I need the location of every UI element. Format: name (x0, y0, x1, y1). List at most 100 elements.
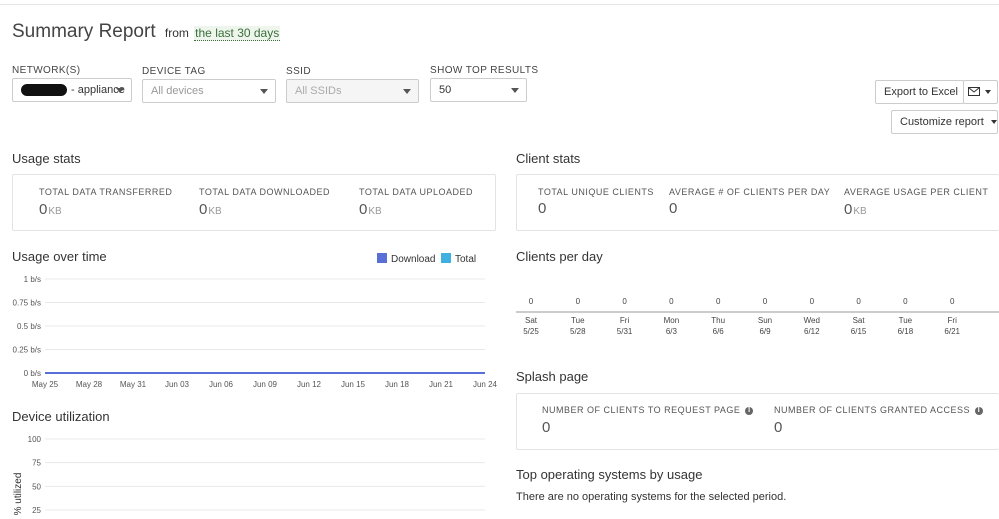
total-data-transferred-label: TOTAL DATA TRANSFERRED (39, 187, 173, 197)
clients-request-page-value: 0 (542, 419, 551, 436)
x-tick-label: Jun 03 (165, 380, 190, 389)
top-os-empty-message: There are no operating systems for the s… (516, 491, 787, 503)
device-utilization-chart: 25 50 75 100 % utilized (13, 435, 485, 516)
usage-stats-title: Usage stats (12, 151, 81, 166)
x-tick-day: Fri (620, 316, 630, 325)
clients-per-day-title: Clients per day (516, 249, 603, 264)
x-tick-label: May 31 (120, 380, 147, 389)
clients-granted-access-label: NUMBER OF CLIENTS GRANTED ACCESS i (774, 405, 984, 415)
legend-swatch-total (441, 253, 451, 263)
total-data-uploaded-value: 0KB (359, 201, 382, 218)
data-label: 0 (669, 297, 674, 306)
caret-down-icon (990, 120, 997, 124)
client-stats-title: Client stats (516, 151, 581, 166)
chevron-down-icon (116, 88, 124, 93)
x-tick-day: Sat (525, 316, 538, 325)
y-tick-label: 25 (32, 506, 41, 515)
export-to-excel-button[interactable]: Export to Excel (875, 80, 964, 104)
avg-clients-per-day-label: AVERAGE # OF CLIENTS PER DAY (669, 187, 831, 197)
data-label: 0 (810, 297, 815, 306)
usage-over-time-chart: 0 b/s 0.25 b/s 0.5 b/s 0.75 b/s 1 b/s May 25 M… (13, 275, 498, 389)
x-tick-day: Thu (711, 316, 725, 325)
x-tick-day: Mon (664, 316, 680, 325)
splash-page-title: Splash page (516, 369, 589, 384)
network-select[interactable]: - appliance (12, 78, 132, 102)
x-tick-date: 6/18 (898, 327, 914, 336)
date-range-link[interactable]: the last 30 days (194, 26, 281, 41)
x-tick-date: 5/28 (570, 327, 586, 336)
total-unique-clients-label: TOTAL UNIQUE CLIENTS (538, 187, 654, 197)
legend-download[interactable]: Download (377, 253, 435, 265)
avg-usage-per-client-value: 0KB (844, 201, 867, 218)
x-tick-date: 6/9 (759, 327, 771, 336)
data-label: 0 (716, 297, 721, 306)
clients-granted-access-value: 0 (774, 419, 783, 436)
page-title: Summary Report from the last 30 days (12, 21, 281, 43)
top-results-label: SHOW TOP RESULTS (430, 65, 539, 76)
x-tick-date: 6/15 (851, 327, 867, 336)
x-tick-date: 6/3 (666, 327, 678, 336)
clients-per-day-chart: 0 0 0 0 0 0 0 0 0 0 Sat 5/25 Tue 5/28 Fri 5/31 Mon 6/3 Thu… (516, 297, 999, 336)
chevron-down-icon (260, 89, 268, 94)
data-label: 0 (950, 297, 955, 306)
x-tick-label: May 28 (76, 380, 103, 389)
data-label: 0 (622, 297, 627, 306)
top-results-select[interactable]: 50 (430, 78, 527, 102)
y-tick-label: 100 (28, 435, 42, 444)
legend-swatch-download (377, 253, 387, 263)
x-tick-date: 6/12 (804, 327, 820, 336)
y-tick-label: 1 b/s (24, 275, 41, 284)
clients-request-page-label: NUMBER OF CLIENTS TO REQUEST PAGE i (542, 405, 754, 415)
data-label: 0 (576, 297, 581, 306)
data-label: 0 (763, 297, 768, 306)
y-tick-label: 0.25 b/s (13, 346, 41, 355)
network-label: NETWORK(S) (12, 65, 81, 76)
data-label: 0 (529, 297, 534, 306)
x-tick-day: Wed (804, 316, 820, 325)
x-tick-label: Jun 06 (209, 380, 234, 389)
ssid-select[interactable]: All SSIDs (286, 79, 419, 103)
top-divider (0, 4, 999, 5)
y-tick-label: 0.75 b/s (13, 299, 41, 308)
info-icon[interactable]: i (745, 407, 754, 415)
x-tick-label: Jun 09 (253, 380, 278, 389)
avg-clients-per-day-value: 0 (669, 200, 678, 217)
y-tick-label: 0 b/s (24, 369, 41, 378)
usage-over-time-title: Usage over time (12, 249, 107, 264)
x-tick-date: 5/25 (523, 327, 539, 336)
x-tick-date: 6/21 (944, 327, 960, 336)
x-tick-label: Jun 24 (473, 380, 498, 389)
total-data-downloaded-label: TOTAL DATA DOWNLOADED (199, 187, 331, 197)
x-tick-label: Jun 21 (429, 380, 454, 389)
client-stats-panel: TOTAL UNIQUE CLIENTS 0 AVERAGE # OF CLIE… (516, 174, 999, 231)
data-label: 0 (856, 297, 861, 306)
customize-report-label: Customize report (900, 116, 984, 128)
total-data-uploaded-label: TOTAL DATA UPLOADED (359, 187, 474, 197)
x-tick-day: Fri (948, 316, 958, 325)
x-tick-label: May 25 (32, 380, 59, 389)
email-dropdown-button[interactable] (963, 80, 998, 104)
x-tick-label: Jun 15 (341, 380, 366, 389)
device-tag-label: DEVICE TAG (142, 66, 206, 77)
total-data-downloaded-value: 0KB (199, 201, 222, 218)
total-data-transferred-value: 0KB (39, 201, 62, 218)
y-tick-label: 0.5 b/s (17, 322, 41, 331)
info-icon[interactable]: i (975, 407, 984, 415)
top-results-value: 50 (439, 84, 452, 96)
caret-down-icon (985, 90, 992, 94)
x-tick-label: Jun 18 (385, 380, 410, 389)
data-label: 0 (903, 297, 908, 306)
splash-page-panel: NUMBER OF CLIENTS TO REQUEST PAGE i 0 NUM… (516, 393, 999, 450)
usage-stats-panel: TOTAL DATA TRANSFERRED 0KB TOTAL DATA DO… (12, 174, 496, 231)
ssid-placeholder: All SSIDs (295, 85, 342, 97)
legend-total[interactable]: Total (441, 253, 476, 265)
ssid-label: SSID (286, 66, 311, 77)
device-tag-select[interactable]: All devices (142, 79, 276, 103)
customize-report-button[interactable]: Customize report (891, 110, 998, 134)
x-tick-day: Sat (853, 316, 866, 325)
top-os-title: Top operating systems by usage (516, 467, 703, 482)
y-axis-label: % utilized (13, 473, 24, 516)
x-tick-day: Sun (758, 316, 772, 325)
envelope-icon (968, 87, 980, 96)
device-tag-placeholder: All devices (151, 85, 204, 97)
